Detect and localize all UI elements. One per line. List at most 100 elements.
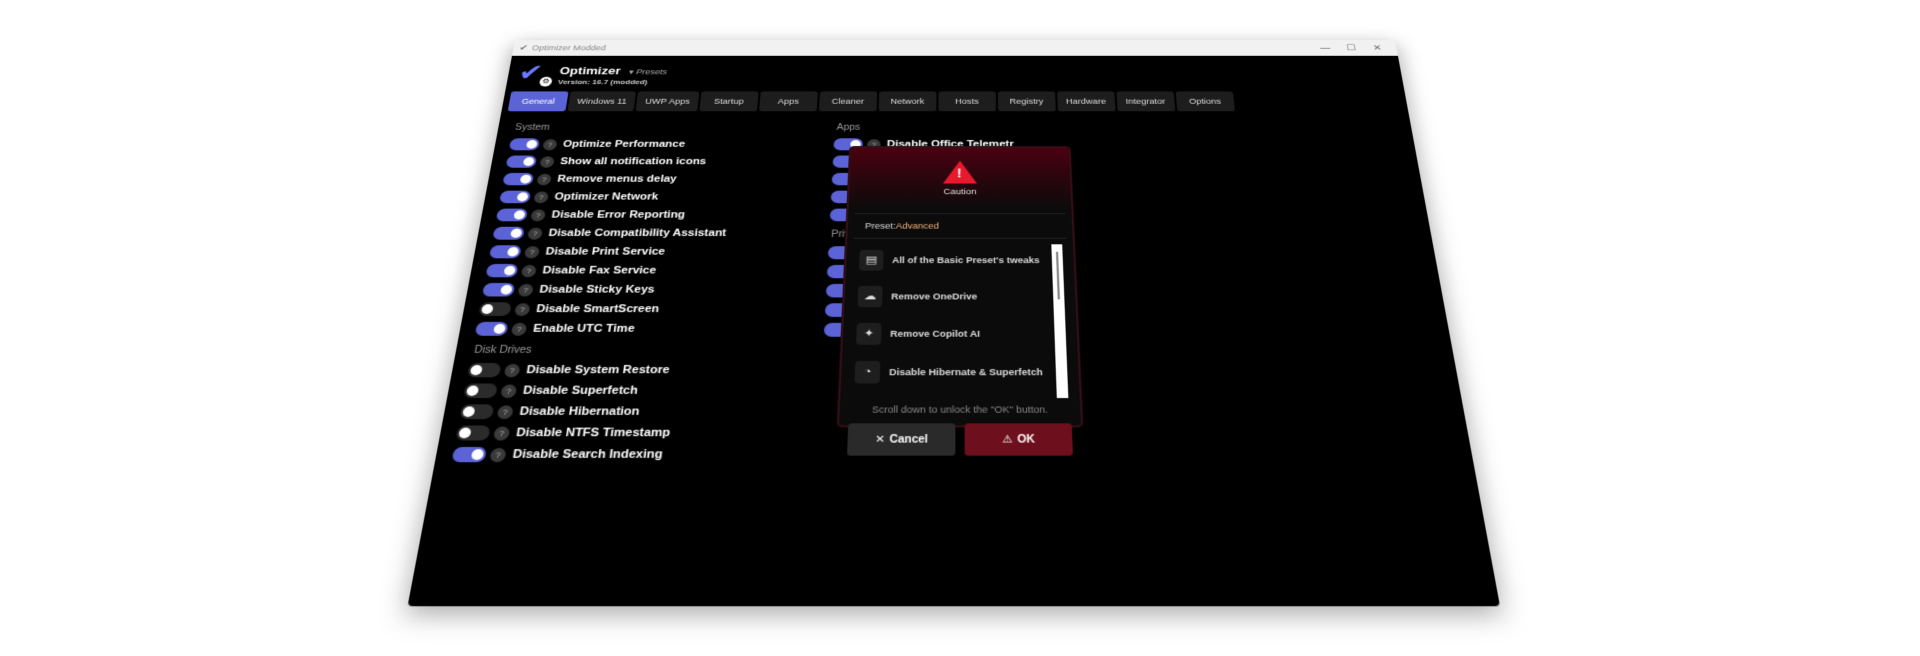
help-icon[interactable]: ?: [542, 139, 557, 150]
toggle-switch[interactable]: [492, 227, 525, 240]
toggle-label: Optimize Performance: [562, 139, 685, 149]
help-icon[interactable]: ?: [527, 227, 543, 239]
help-icon[interactable]: ?: [530, 209, 546, 221]
help-icon[interactable]: ?: [533, 191, 549, 203]
help-icon[interactable]: ?: [489, 448, 507, 462]
toggle-knob: [516, 192, 528, 201]
toggle-row: ? Disable Search Indexing: [451, 444, 802, 466]
ok-button[interactable]: ⚠ OK: [965, 423, 1073, 455]
list-item: ✦ Remove Copilot AI: [849, 315, 1071, 353]
minimize-button[interactable]: —: [1312, 44, 1339, 53]
toggle-row: ? Optimize Performance: [508, 136, 819, 153]
tab-startup[interactable]: Startup: [699, 91, 758, 111]
apps-section-label: Apps: [836, 123, 1142, 132]
window-title: Optimizer Modded: [531, 44, 1313, 52]
help-icon[interactable]: ?: [539, 156, 555, 167]
toggle-row: ? Enable UTC Time: [474, 319, 809, 339]
toggle-switch[interactable]: [482, 283, 515, 296]
tab-hardware[interactable]: Hardware: [1057, 91, 1116, 111]
preset-line: Preset:Advanced: [854, 213, 1067, 239]
app-logo: ✔ ⚙: [516, 62, 555, 86]
toggle-knob: [520, 175, 532, 184]
app-name: Optimizer: [559, 64, 622, 76]
help-icon[interactable]: ?: [517, 283, 533, 296]
help-icon[interactable]: ?: [536, 173, 552, 184]
toggle-switch[interactable]: [459, 404, 494, 419]
help-icon[interactable]: ?: [524, 246, 540, 258]
tab-general[interactable]: General: [508, 91, 569, 111]
toggle-row: ? Disable Sticky Keys: [481, 280, 811, 299]
toggle-switch[interactable]: [506, 156, 538, 168]
toggle-switch[interactable]: [455, 425, 490, 440]
toggle-knob: [493, 324, 506, 334]
badge-icon: ⚙: [539, 77, 553, 87]
help-icon[interactable]: ?: [493, 426, 511, 440]
toggle-label: Disable SmartScreen: [535, 303, 659, 315]
tweak-list[interactable]: ▤ All of the Basic Preset's tweaks ☁ Rem…: [847, 242, 1073, 400]
presets-dropdown[interactable]: ▾ Presets: [628, 67, 667, 75]
help-icon[interactable]: ?: [504, 363, 521, 376]
list-item-label: Disable Hibernate & Superfetch: [889, 367, 1043, 377]
tab-options[interactable]: Options: [1175, 91, 1234, 111]
toggle-switch[interactable]: [475, 322, 509, 336]
toggle-switch[interactable]: [502, 173, 534, 185]
toggle-label: Disable Search Indexing: [512, 448, 663, 461]
scrollbar-thumb[interactable]: [1056, 252, 1060, 300]
toggle-label: Disable Compatibility Assistant: [548, 228, 727, 239]
toggle-row: ? Disable Fax Service: [485, 261, 812, 280]
toggle-label: Disable Superfetch: [522, 385, 638, 397]
help-icon[interactable]: ?: [511, 322, 528, 335]
left-column: System ? Optimize Performance? Show all no…: [446, 118, 820, 466]
help-icon[interactable]: ?: [500, 384, 517, 398]
preset-prefix: Preset:: [865, 221, 896, 230]
toggle-switch[interactable]: [463, 383, 498, 398]
toggle-knob: [526, 140, 538, 149]
toggle-knob: [481, 304, 494, 314]
list-item-label: Remove Copilot AI: [890, 329, 980, 339]
warning-glyph: !: [957, 166, 962, 180]
toggle-switch[interactable]: [496, 209, 528, 222]
help-icon[interactable]: ?: [521, 264, 537, 276]
list-item-label: Remove OneDrive: [891, 292, 977, 302]
tab-network[interactable]: Network: [878, 91, 936, 111]
presets-label: Presets: [636, 67, 668, 75]
tab-windows-11[interactable]: Windows 11: [567, 91, 636, 111]
help-icon[interactable]: ?: [497, 405, 514, 419]
toggle-knob: [470, 365, 483, 375]
list-item: ▤ All of the Basic Preset's tweaks: [852, 242, 1068, 278]
toggle-knob: [510, 229, 522, 238]
toggle-knob: [523, 157, 535, 166]
disk-toggle-list: ? Disable System Restore? Disable Superfet…: [446, 360, 807, 466]
toggle-row: ? Disable System Restore: [466, 360, 806, 380]
close-button[interactable]: ✕: [1364, 44, 1392, 53]
preset-value: Advanced: [896, 221, 939, 230]
maximize-button[interactable]: ☐: [1338, 44, 1366, 53]
app-window: ✔ Optimizer Modded — ☐ ✕ ✔ ⚙ Optimizer ▾…: [408, 40, 1500, 606]
dialog-header: ! Caution: [848, 148, 1071, 210]
toggle-switch[interactable]: [451, 447, 487, 462]
toggle-knob: [500, 285, 513, 295]
toggle-row: ? Disable Print Service: [488, 242, 813, 261]
cancel-button[interactable]: ✕ Cancel: [847, 423, 955, 455]
tab-registry[interactable]: Registry: [998, 91, 1056, 111]
toggle-knob: [458, 428, 472, 439]
toggle-switch[interactable]: [467, 363, 501, 377]
toggle-switch[interactable]: [485, 264, 518, 277]
hibernate-icon: ◔: [855, 361, 881, 384]
chart-icon: ▤: [859, 250, 884, 271]
tab-cleaner[interactable]: Cleaner: [819, 91, 877, 111]
help-icon[interactable]: ?: [514, 303, 531, 316]
scroll-hint: Scroll down to unlock the "OK" button.: [839, 404, 1080, 415]
toggle-knob: [503, 266, 516, 275]
tab-hosts[interactable]: Hosts: [938, 91, 996, 111]
toggle-switch[interactable]: [478, 302, 512, 316]
toggle-knob: [507, 247, 520, 256]
toggle-switch[interactable]: [509, 138, 540, 150]
tab-bar: General Windows 11 UWP Apps Startup Apps…: [500, 90, 1409, 118]
toggle-switch[interactable]: [499, 191, 531, 204]
tab-uwp-apps[interactable]: UWP Apps: [636, 91, 699, 111]
tab-apps[interactable]: Apps: [759, 91, 818, 111]
toggle-row: ? Disable NTFS Timestamp: [455, 422, 803, 443]
tab-integrator[interactable]: Integrator: [1116, 91, 1175, 111]
toggle-switch[interactable]: [489, 245, 522, 258]
